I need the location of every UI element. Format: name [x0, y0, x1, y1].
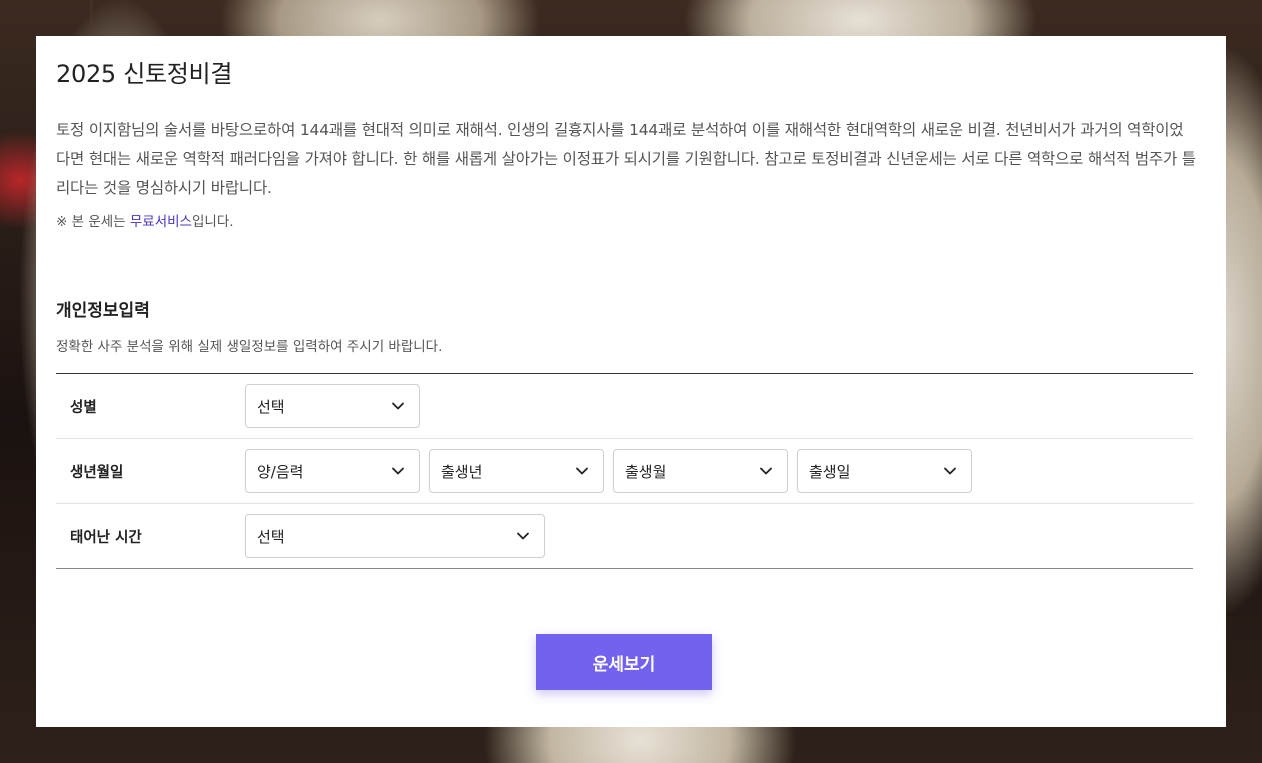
birth-time-value: 선택 — [257, 527, 285, 546]
note-prefix: ※ 본 운세는 — [56, 214, 130, 230]
chevron-down-icon — [760, 467, 772, 475]
note-suffix: 입니다. — [191, 214, 234, 230]
fortune-panel: 2025 신토정비결 토정 이지함님의 술서를 바탕으로하여 144괘를 현대적… — [36, 36, 1226, 727]
birth-day-select[interactable]: 출생일 — [797, 449, 972, 493]
gender-row: 성별 선택 — [56, 374, 1193, 439]
free-service-link: 무료서비스 — [129, 214, 192, 230]
section-title: 개인정보입력 — [56, 301, 150, 321]
chevron-down-icon — [517, 532, 529, 540]
chevron-down-icon — [392, 402, 404, 410]
gender-select-value: 선택 — [257, 397, 285, 416]
calendar-type-select[interactable]: 양/음력 — [245, 449, 420, 493]
view-fortune-button[interactable]: 운세보기 — [536, 634, 712, 690]
birth-month-select[interactable]: 출생월 — [613, 449, 788, 493]
gender-select[interactable]: 선택 — [245, 384, 420, 428]
intro-text: 토정 이지함님의 술서를 바탕으로하여 144괘를 현대적 의미로 재해석. 인… — [56, 121, 1196, 197]
section-description: 정확한 사주 분석을 위해 실제 생일정보를 입력하여 주시기 바랍니다. — [56, 339, 443, 355]
calendar-type-value: 양/음력 — [257, 462, 304, 481]
chevron-down-icon — [392, 467, 404, 475]
birth-year-value: 출생년 — [441, 462, 483, 481]
chevron-down-icon — [944, 467, 956, 475]
birth-year-select[interactable]: 출생년 — [429, 449, 604, 493]
birth-time-label: 태어난 시간 — [70, 529, 142, 546]
birthdate-label: 생년월일 — [70, 464, 124, 481]
gender-label: 성별 — [70, 399, 97, 416]
birth-month-value: 출생월 — [625, 462, 667, 481]
birth-time-select[interactable]: 선택 — [245, 514, 545, 558]
page-title: 2025 신토정비결 — [56, 60, 233, 88]
personal-info-form: 성별 선택 생년월일 양/음력 출생년 출생월 출생일 태어난 시간 선택 — [56, 373, 1193, 569]
free-service-note: ※ 본 운세는 무료서비스입니다. — [56, 210, 234, 230]
birth-day-value: 출생일 — [809, 462, 851, 481]
chevron-down-icon — [576, 467, 588, 475]
birthdate-row: 생년월일 양/음력 출생년 출생월 출생일 — [56, 439, 1193, 504]
birth-time-row: 태어난 시간 선택 — [56, 504, 1193, 568]
